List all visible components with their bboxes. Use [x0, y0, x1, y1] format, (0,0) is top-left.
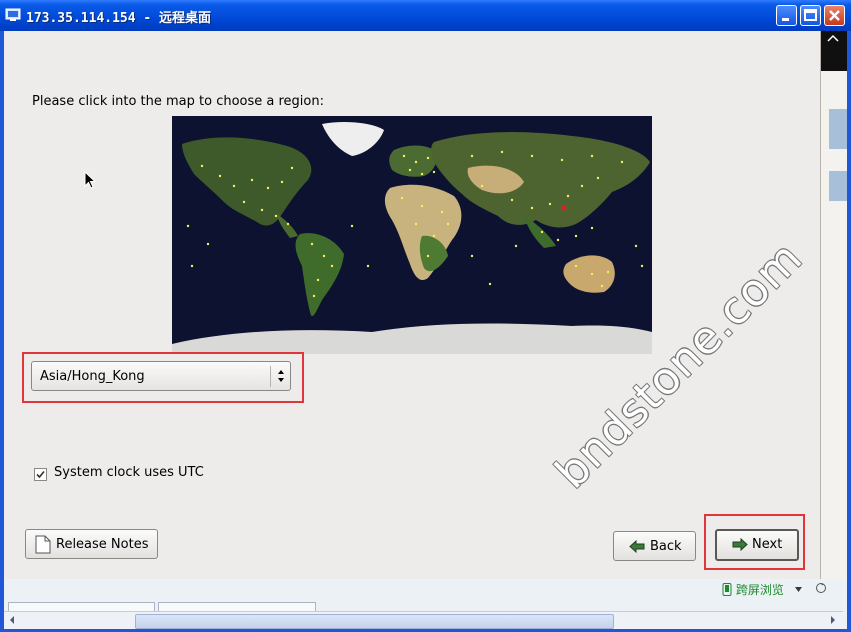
status-label: 跨屏浏览	[735, 583, 784, 597]
right-scrollbar[interactable]	[821, 31, 847, 579]
arrow-right-icon	[732, 538, 748, 551]
refresh-icon	[815, 583, 826, 593]
chevron-right-icon[interactable]	[827, 613, 839, 627]
close-button[interactable]	[824, 5, 845, 26]
release-notes-button[interactable]: Release Notes	[25, 529, 158, 559]
region-prompt: Please click into the map to choose a re…	[32, 94, 324, 109]
title-bar[interactable]: 173.35.114.154 - 远程桌面	[0, 0, 851, 31]
timezone-combobox[interactable]: Asia/Hong_Kong	[31, 361, 291, 391]
taskbar-tab[interactable]	[8, 602, 155, 611]
scroll-segment	[829, 171, 847, 201]
taskbar-tab[interactable]	[158, 602, 316, 611]
utc-checkbox-label[interactable]: System clock uses UTC	[54, 465, 204, 480]
maximize-button[interactable]	[800, 5, 821, 26]
remote-desktop-icon	[5, 8, 21, 21]
maximize-icon	[804, 9, 817, 21]
checkmark-icon	[36, 470, 45, 479]
installer-panel: Please click into the map to choose a re…	[4, 31, 821, 579]
updown-arrows-icon	[278, 370, 284, 382]
world-map[interactable]	[172, 116, 652, 354]
close-icon	[829, 10, 840, 21]
scroll-up-area[interactable]	[821, 31, 847, 71]
utc-checkbox[interactable]	[34, 468, 47, 481]
phone-icon	[722, 583, 732, 596]
remote-desktop-window: 173.35.114.154 - 远程桌面 Please click into …	[0, 0, 851, 632]
document-icon	[35, 535, 51, 554]
mouse-cursor-icon	[84, 171, 96, 189]
status-text[interactable]: 跨屏浏览	[722, 581, 827, 598]
back-button[interactable]: Back	[613, 531, 696, 561]
chevron-left-icon[interactable]	[6, 613, 18, 627]
combobox-separator	[270, 366, 271, 387]
arrow-left-icon	[629, 540, 645, 553]
down-arrow-icon	[794, 587, 802, 592]
scrollbar-thumb[interactable]	[135, 614, 614, 629]
chevron-up-icon	[827, 34, 839, 42]
back-label: Back	[650, 539, 682, 554]
timezone-value: Asia/Hong_Kong	[40, 369, 145, 384]
scroll-segment	[829, 109, 847, 149]
horizontal-scrollbar[interactable]	[4, 611, 843, 629]
next-label: Next	[752, 537, 783, 552]
window-title: 173.35.114.154 - 远程桌面	[26, 11, 212, 26]
release-notes-label: Release Notes	[56, 537, 149, 552]
minimize-button[interactable]	[776, 5, 797, 26]
minimize-icon	[782, 18, 789, 21]
next-button[interactable]: Next	[715, 529, 799, 561]
bottom-status-area: 跨屏浏览	[4, 579, 847, 629]
